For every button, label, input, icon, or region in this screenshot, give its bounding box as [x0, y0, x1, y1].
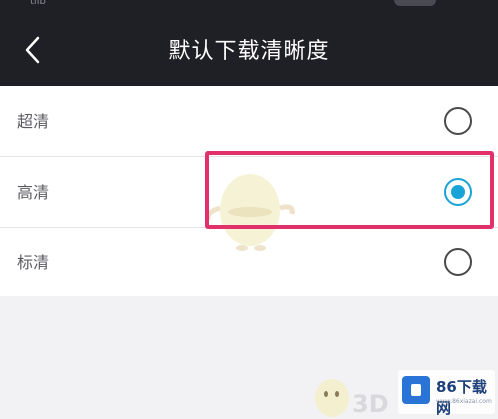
watermark-brand: 86下载网: [436, 378, 487, 417]
page-title: 默认下载清晰度: [168, 39, 330, 64]
top-bar: tilb 默认下载清晰度: [0, 0, 498, 86]
radio-button[interactable]: [444, 107, 472, 135]
status-bar: tilb: [0, 0, 498, 12]
watermark-3d-text: 3D: [352, 390, 389, 418]
download-logo-icon: [402, 376, 430, 404]
radio-button[interactable]: [444, 248, 472, 276]
toggle-pill-icon: [394, 0, 436, 6]
option-row-ultra-hd[interactable]: 超清: [0, 86, 498, 156]
option-label: 标清: [17, 253, 50, 272]
highlight-box: [205, 151, 494, 229]
option-label: 超清: [17, 112, 50, 131]
watermark-url: www.86xiazai.com: [436, 398, 492, 405]
watermark-badge: 86下载网 www.86xiazai.com: [398, 370, 495, 417]
option-label: 高清: [17, 183, 50, 202]
status-text: tilb: [30, 0, 46, 7]
